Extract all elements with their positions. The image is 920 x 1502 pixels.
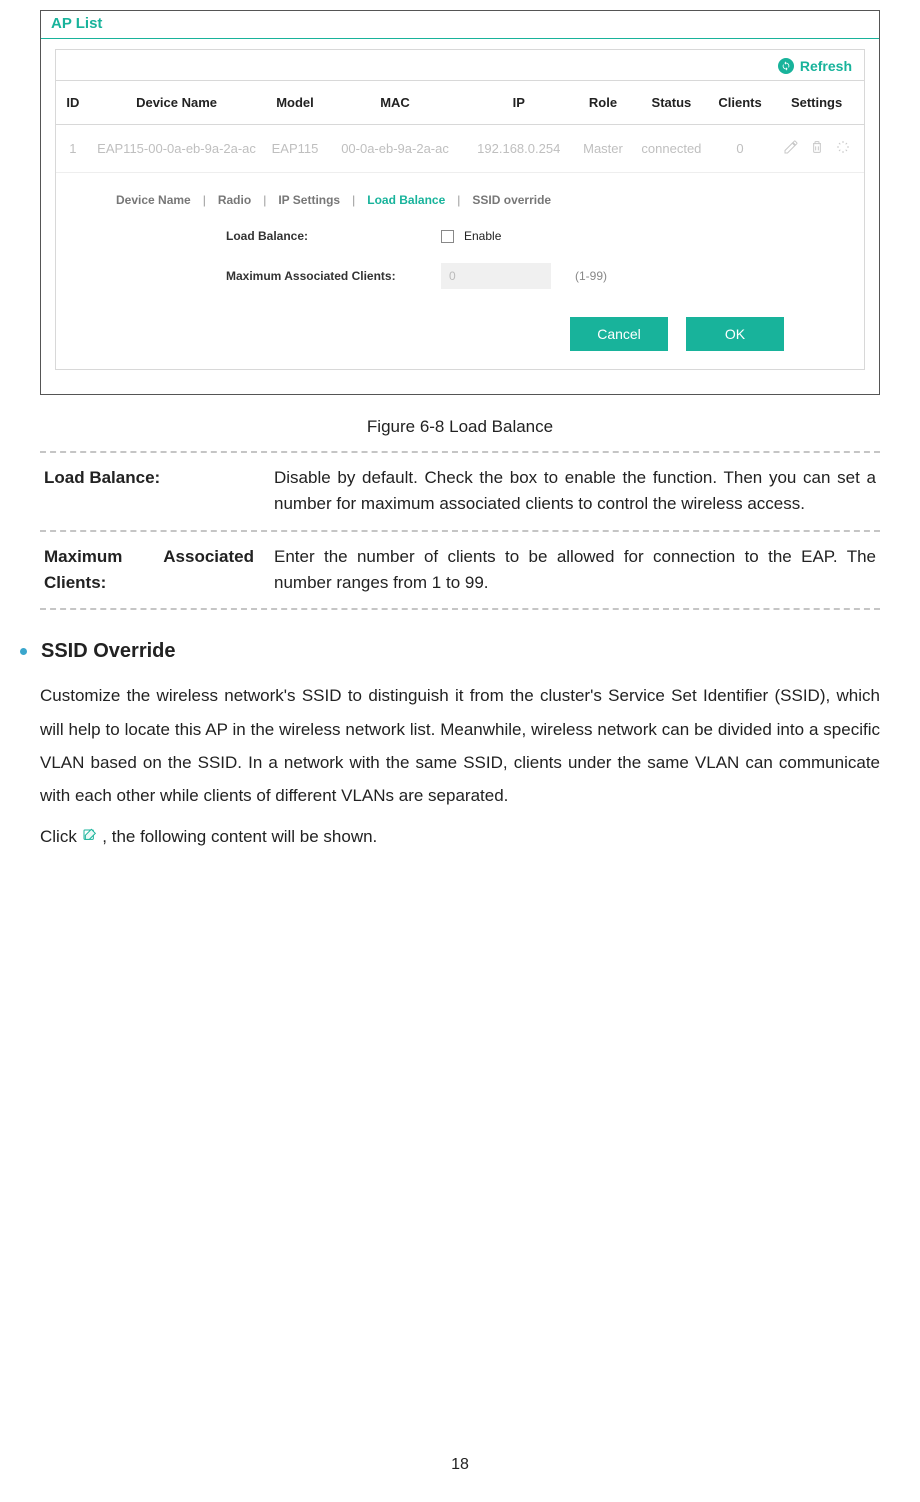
edit-icon [82,828,98,844]
col-model: Model [263,81,326,125]
expand-panel: Device Name | Radio | IP Settings | Load… [116,181,834,351]
max-clients-hint: (1-99) [575,269,607,283]
cell-settings [769,125,864,173]
def-term-max-clients: Maximum Associated Clients: [44,544,254,597]
col-device-name: Device Name [90,81,264,125]
refresh-icon[interactable] [778,58,794,74]
cell-mac: 00-0a-eb-9a-2a-ac [327,125,464,173]
table-header-row: ID Device Name Model MAC IP Role Status … [56,81,864,125]
max-clients-input[interactable] [441,263,551,289]
load-balance-label: Load Balance: [226,229,431,243]
ap-list-title: AP List [41,11,879,39]
col-ip: IP [463,81,574,125]
table-row: 1 EAP115-00-0a-eb-9a-2a-ac EAP115 00-0a-… [56,125,864,173]
bullet-icon [20,648,27,655]
refresh-button[interactable]: Refresh [800,58,852,74]
figure-caption: Figure 6-8 Load Balance [40,417,880,437]
col-clients: Clients [711,81,769,125]
tab-radio[interactable]: Radio [218,193,251,207]
def-row: Maximum Associated Clients: Enter the nu… [40,532,880,611]
section-head-ssid: SSID Override [40,640,880,663]
tab-load-balance[interactable]: Load Balance [367,193,445,207]
cell-status: connected [632,125,711,173]
definition-table: Load Balance: Disable by default. Check … [40,451,880,610]
tab-ip-settings[interactable]: IP Settings [278,193,340,207]
tab-ssid-override[interactable]: SSID override [472,193,551,207]
ap-list-panel: Refresh ID Device Name Model MAC IP Role… [55,49,865,370]
def-desc-load-balance: Disable by default. Check the box to ena… [274,465,876,518]
def-row: Load Balance: Disable by default. Check … [40,453,880,532]
ssid-override-title: SSID Override [41,640,176,663]
col-role: Role [574,81,632,125]
cell-model: EAP115 [263,125,326,173]
tab-device-name[interactable]: Device Name [116,193,191,207]
enable-label: Enable [464,229,501,243]
ok-button[interactable]: OK [686,317,784,351]
col-settings: Settings [769,81,864,125]
cell-device-name: EAP115-00-0a-eb-9a-2a-ac [90,125,264,173]
ssid-para-1: Customize the wireless network's SSID to… [40,679,880,812]
cell-id: 1 [56,125,90,173]
page-number: 18 [0,1456,920,1474]
cancel-button[interactable]: Cancel [570,317,668,351]
cell-ip: 192.168.0.254 [463,125,574,173]
locate-icon[interactable] [835,139,851,158]
ssid-para-2: Click , the following content will be sh… [40,820,880,853]
form-area: Load Balance: Enable Maximum Associated … [116,229,834,289]
max-clients-label: Maximum Associated Clients: [226,269,431,283]
ap-table: ID Device Name Model MAC IP Role Status … [56,80,864,173]
def-desc-max-clients: Enter the number of clients to be allowe… [274,544,876,597]
col-id: ID [56,81,90,125]
col-status: Status [632,81,711,125]
trash-icon[interactable] [809,139,825,158]
cell-role: Master [574,125,632,173]
def-term-load-balance: Load Balance: [44,465,254,518]
enable-checkbox[interactable] [441,230,454,243]
edit-icon[interactable] [783,139,799,158]
screenshot-container: AP List Refresh ID Device Name Model MAC… [40,10,880,395]
cell-clients: 0 [711,125,769,173]
tabs-row: Device Name | Radio | IP Settings | Load… [116,181,834,229]
col-mac: MAC [327,81,464,125]
